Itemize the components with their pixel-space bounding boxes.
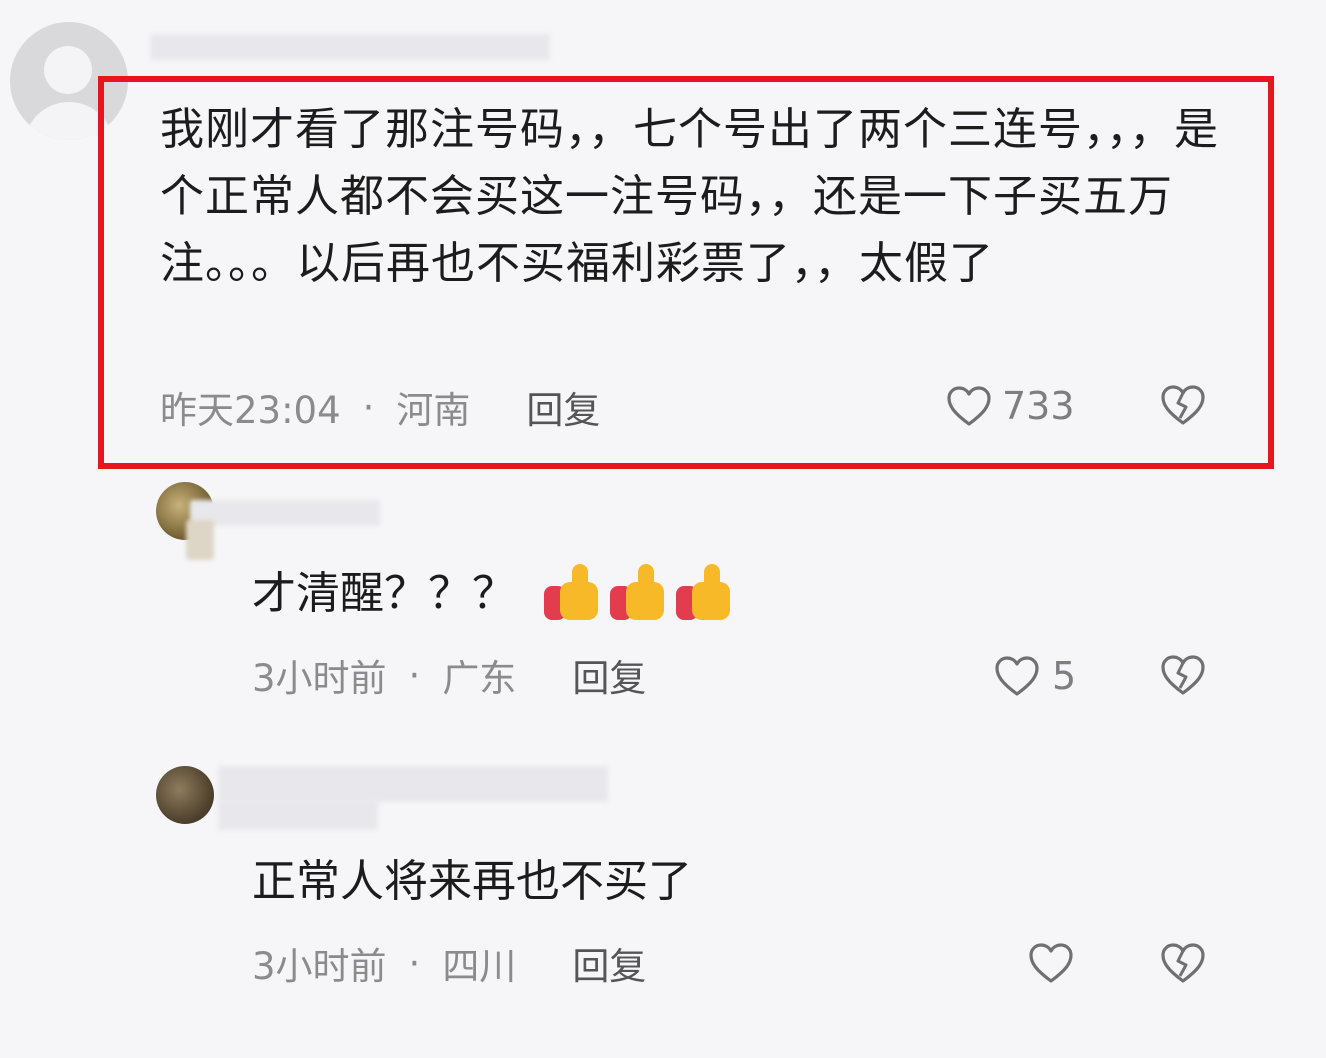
- heart-outline-icon: [947, 386, 991, 426]
- like-button[interactable]: 733: [946, 384, 1075, 428]
- broken-heart-icon: [1161, 655, 1205, 695]
- like-count: 5: [1052, 654, 1077, 698]
- username-blurred: [218, 800, 378, 830]
- avatar[interactable]: [156, 766, 214, 824]
- comment-meta: 3小时前 · 四川 回复: [252, 940, 646, 989]
- comment-meta: 3小时前 · 广东 回复: [252, 652, 646, 701]
- reply-button[interactable]: 回复: [526, 380, 600, 434]
- username-blurred: [186, 520, 214, 560]
- reply-content: 才清醒？？？: [252, 564, 734, 624]
- thumbs-up-icon: [608, 564, 668, 624]
- heart-outline-icon: [1029, 943, 1073, 983]
- like-button[interactable]: [1028, 942, 1074, 984]
- comment-meta: 昨天23:04 · 河南 回复: [160, 384, 600, 433]
- username-blurred: [150, 34, 550, 60]
- meta-separator: ·: [408, 941, 421, 985]
- comment-region: 河南: [396, 389, 471, 432]
- thumbs-up-icon: [542, 564, 602, 624]
- comment-text: 才清醒？？？: [252, 568, 516, 619]
- like-button[interactable]: 5: [994, 654, 1076, 698]
- comment-text: 正常人将来再也不买了: [252, 856, 692, 907]
- emoji-row: [542, 564, 734, 624]
- comment-region: 四川: [442, 945, 517, 988]
- dislike-button[interactable]: [1160, 384, 1206, 426]
- comment-time: 3小时前: [252, 945, 387, 988]
- thumbs-up-icon: [674, 564, 734, 624]
- meta-separator: ·: [408, 653, 421, 697]
- dislike-button[interactable]: [1160, 654, 1206, 696]
- comment-time: 3小时前: [252, 657, 387, 700]
- comment-text: 我刚才看了那注号码，，七个号出了两个三连号，，，是个正常人都不会买这一注号码，，…: [160, 104, 1219, 289]
- username-blurred: [218, 766, 608, 802]
- broken-heart-icon: [1161, 385, 1205, 425]
- username-blurred: [190, 500, 380, 526]
- broken-heart-icon: [1161, 943, 1205, 983]
- reply-button[interactable]: 回复: [572, 936, 646, 990]
- heart-outline-icon: [995, 656, 1039, 696]
- meta-separator: ·: [362, 385, 375, 429]
- comment-time: 昨天23:04: [160, 389, 341, 432]
- comment-region: 广东: [442, 657, 517, 700]
- like-count: 733: [1002, 384, 1075, 428]
- reply-button[interactable]: 回复: [572, 648, 646, 702]
- dislike-button[interactable]: [1160, 942, 1206, 984]
